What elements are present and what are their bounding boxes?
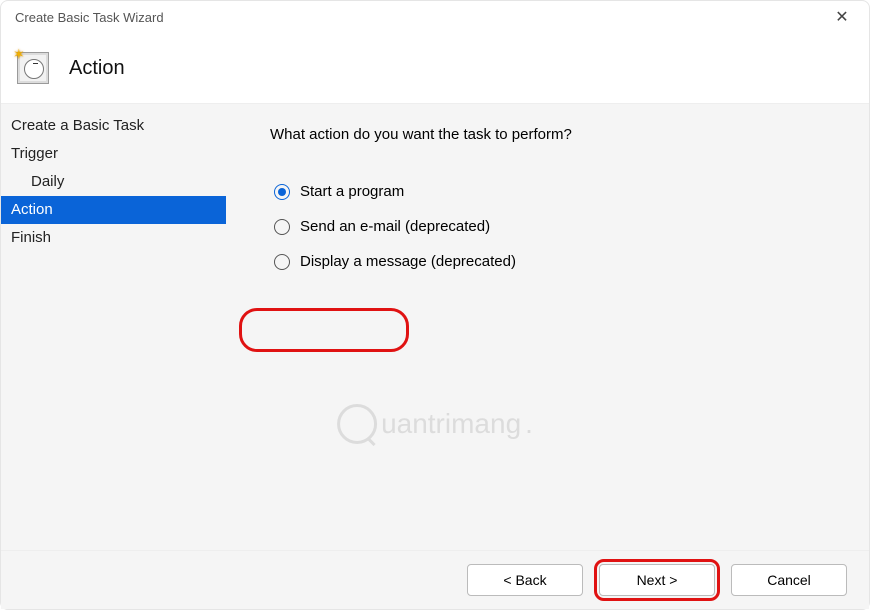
- radio-icon: [274, 219, 290, 235]
- option-send-email[interactable]: Send an e-mail (deprecated): [270, 216, 494, 237]
- next-button[interactable]: Next >: [599, 564, 715, 596]
- step-daily[interactable]: Daily: [1, 168, 226, 196]
- wizard-body: Create a Basic Task Trigger Daily Action…: [1, 103, 869, 550]
- step-trigger[interactable]: Trigger: [1, 140, 226, 168]
- prompt-text: What action do you want the task to perf…: [270, 126, 849, 143]
- option-label: Display a message (deprecated): [300, 253, 516, 270]
- clock-icon: ✶: [15, 50, 51, 86]
- option-label: Send an e-mail (deprecated): [300, 218, 490, 235]
- content-pane: What action do you want the task to perf…: [226, 104, 869, 550]
- back-button-wrap: < Back: [467, 564, 583, 596]
- wizard-steps: Create a Basic Task Trigger Daily Action…: [1, 104, 226, 550]
- window-title: Create Basic Task Wizard: [15, 10, 164, 25]
- wizard-window: Create Basic Task Wizard ✕ ✶ Action Crea…: [0, 0, 870, 610]
- page-title: Action: [69, 57, 125, 80]
- option-start-program[interactable]: Start a program: [270, 181, 408, 202]
- step-finish[interactable]: Finish: [1, 224, 226, 252]
- cancel-button[interactable]: Cancel: [731, 564, 847, 596]
- radio-icon: [274, 254, 290, 270]
- title-bar: Create Basic Task Wizard ✕: [1, 1, 869, 33]
- option-label: Start a program: [300, 183, 404, 200]
- option-display-message[interactable]: Display a message (deprecated): [270, 251, 520, 272]
- step-create-basic-task[interactable]: Create a Basic Task: [1, 112, 226, 140]
- step-action[interactable]: Action: [1, 196, 226, 224]
- back-button[interactable]: < Back: [467, 564, 583, 596]
- wizard-footer: < Back Next > Cancel: [1, 550, 869, 609]
- radio-icon: [274, 184, 290, 200]
- cancel-button-wrap: Cancel: [731, 564, 847, 596]
- close-icon[interactable]: ✕: [825, 7, 859, 27]
- wizard-header: ✶ Action: [1, 33, 869, 103]
- next-button-wrap: Next >: [599, 564, 715, 596]
